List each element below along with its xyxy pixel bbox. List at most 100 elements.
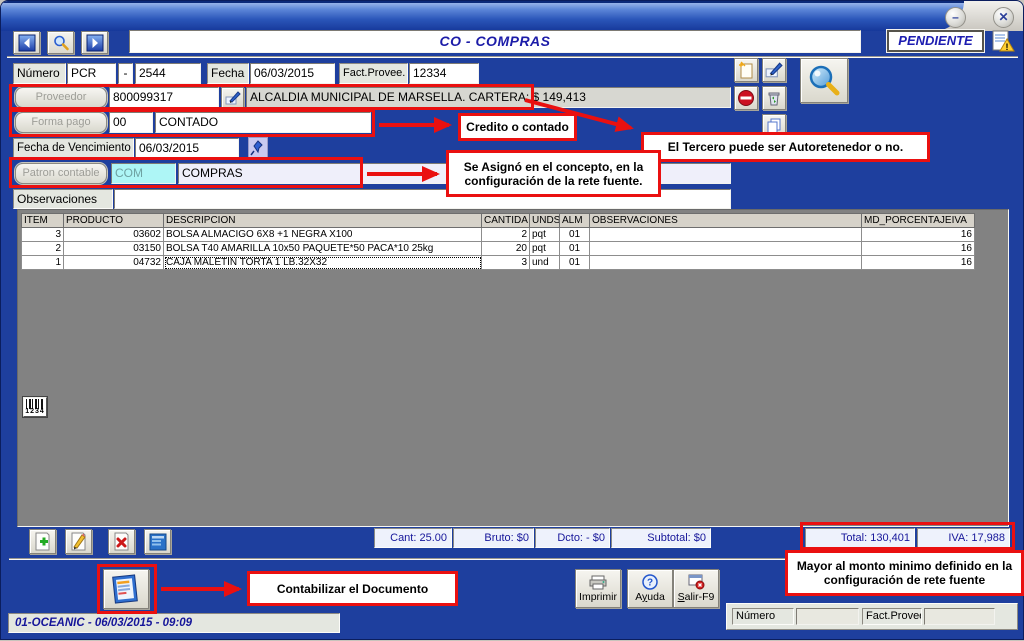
- cell-producto[interactable]: 04732: [64, 256, 164, 270]
- cell-unds[interactable]: pqt: [530, 242, 560, 256]
- add-row-button[interactable]: [29, 529, 56, 554]
- pushpin-icon: [249, 138, 267, 157]
- footer-fact-field[interactable]: [924, 608, 995, 625]
- cancel-document-button[interactable]: [734, 86, 758, 110]
- delete-row-icon: [111, 531, 132, 552]
- pen-icon: [765, 61, 783, 79]
- form-list-icon: [148, 532, 168, 552]
- table-row[interactable]: 303602BOLSA ALMACIGO 6X8 +1 NEGRA X1002p…: [22, 228, 975, 242]
- next-record-button[interactable]: [81, 31, 108, 54]
- cell-cantidad[interactable]: 3: [482, 256, 530, 270]
- view-detail-button[interactable]: [144, 529, 171, 554]
- column-header-item: ITEM: [22, 214, 64, 228]
- proveedor-button[interactable]: Proveedor: [15, 87, 107, 108]
- ayuda-button[interactable]: ? Ayuda: [627, 569, 673, 608]
- help-icon: ?: [642, 574, 658, 590]
- total-cant: Cant: 25.00: [374, 528, 452, 548]
- contabilizar-button[interactable]: [103, 569, 149, 609]
- footer-numero-field[interactable]: [796, 608, 859, 625]
- cell-descripcion[interactable]: CAJA MALETIN TORTA 1 LB.32X32: [164, 256, 482, 270]
- cell-item[interactable]: 2: [22, 242, 64, 256]
- pin-button[interactable]: [248, 137, 268, 158]
- fecha-vencimiento-field[interactable]: 06/03/2015: [135, 138, 239, 158]
- cell-cantidad[interactable]: 2: [482, 228, 530, 242]
- ayuda-label: Ayuda: [635, 591, 665, 603]
- cell-item[interactable]: 1: [22, 256, 64, 270]
- title-bar-gradient: [1, 1, 964, 31]
- edit-row-button[interactable]: [65, 529, 92, 554]
- annotation-se-asigno: Se Asignó en el concepto, en la configur…: [446, 150, 661, 197]
- app-window: – ✕ CO - COMPRAS PENDIENTE ! Número PCR …: [0, 0, 1024, 640]
- pen-icon: [225, 90, 241, 106]
- fecha-field[interactable]: 06/03/2015: [250, 63, 335, 84]
- fact-provee-field[interactable]: 12334: [409, 63, 479, 84]
- fecha-vencimiento-label: Fecha de Vencimiento: [13, 138, 134, 158]
- minimize-button[interactable]: –: [945, 7, 966, 28]
- arrow-left-icon: [18, 34, 36, 52]
- cell-alm[interactable]: 01: [560, 242, 590, 256]
- new-document-icon: [737, 61, 755, 80]
- forma-pago-button[interactable]: Forma pago: [15, 112, 107, 133]
- edit-document-button[interactable]: [762, 58, 786, 82]
- total-dcto: Dcto: - $0: [535, 528, 610, 548]
- cell-alm[interactable]: 01: [560, 256, 590, 270]
- cell-observaciones[interactable]: [590, 228, 862, 242]
- delete-row-button[interactable]: [108, 529, 135, 554]
- barcode-button[interactable]: 1234: [23, 397, 47, 417]
- cell-unds[interactable]: und: [530, 256, 560, 270]
- forma-pago-name-field[interactable]: CONTADO: [155, 112, 371, 133]
- cell-cantidad[interactable]: 20: [482, 242, 530, 256]
- footer-fact-label: Fact.Provee: [862, 608, 922, 625]
- edit-proveedor-button[interactable]: [221, 87, 244, 108]
- imprimir-button[interactable]: Imprimir: [575, 569, 621, 608]
- search-record-button[interactable]: [47, 31, 74, 54]
- fact-provee-label: Fact.Provee.: [339, 63, 408, 84]
- imprimir-label: Imprimir: [579, 591, 617, 603]
- numero-prefix-field[interactable]: PCR: [67, 63, 116, 84]
- cell-unds[interactable]: pqt: [530, 228, 560, 242]
- status-bar: 01-OCEANIC - 06/03/2015 - 09:09: [8, 613, 340, 633]
- annotation-contabilizar: Contabilizar el Documento: [247, 571, 458, 606]
- patron-contable-button[interactable]: Patron contable: [15, 163, 107, 184]
- printer-icon: [588, 575, 608, 590]
- salir-button[interactable]: Salir-F9: [673, 569, 719, 608]
- cell-iva[interactable]: 16: [862, 242, 975, 256]
- search-icon: [52, 34, 70, 52]
- cell-item[interactable]: 3: [22, 228, 64, 242]
- total-iva: IVA: 17,988: [917, 528, 1010, 548]
- cell-iva[interactable]: 16: [862, 256, 975, 270]
- cell-producto[interactable]: 03150: [64, 242, 164, 256]
- barcode-number: 1234: [24, 408, 46, 416]
- svg-text:!: !: [1006, 42, 1009, 52]
- total-bruto: Bruto: $0: [453, 528, 534, 548]
- forma-pago-code-field[interactable]: 00: [109, 112, 153, 133]
- table-row[interactable]: 104732CAJA MALETIN TORTA 1 LB.32X323und0…: [22, 256, 975, 270]
- cell-observaciones[interactable]: [590, 256, 862, 270]
- cell-alm[interactable]: 01: [560, 228, 590, 242]
- proveedor-code-field[interactable]: 800099317: [109, 87, 219, 108]
- column-header-unds: UNDS: [530, 214, 560, 228]
- delete-document-button[interactable]: [762, 86, 786, 110]
- cell-iva[interactable]: 16: [862, 228, 975, 242]
- items-table: ITEMPRODUCTODESCRIPCIONCANTIDAUNDSALMOBS…: [21, 213, 975, 270]
- document-status-button[interactable]: !: [990, 29, 1018, 54]
- close-button[interactable]: ✕: [993, 7, 1014, 28]
- table-row[interactable]: 203150BOLSA T40 AMARILLA 10x50 PAQUETE*5…: [22, 242, 975, 256]
- observaciones-label: Observaciones: [13, 189, 113, 209]
- cell-descripcion[interactable]: BOLSA T40 AMARILLA 10x50 PAQUETE*50 PACA…: [164, 242, 482, 256]
- magnifier-icon: [806, 63, 842, 99]
- divider: [7, 56, 1018, 58]
- numero-field[interactable]: 2544: [135, 63, 201, 84]
- grid-body: 303602BOLSA ALMACIGO 6X8 +1 NEGRA X1002p…: [22, 228, 975, 270]
- numero-separator: -: [118, 63, 133, 84]
- page-title: CO - COMPRAS: [129, 30, 861, 53]
- cell-producto[interactable]: 03602: [64, 228, 164, 242]
- column-header-producto: PRODUCTO: [64, 214, 164, 228]
- patron-contable-code-field[interactable]: COM: [111, 163, 176, 184]
- new-document-button[interactable]: [734, 58, 758, 82]
- cell-observaciones[interactable]: [590, 242, 862, 256]
- cell-descripcion[interactable]: BOLSA ALMACIGO 6X8 +1 NEGRA X100: [164, 228, 482, 242]
- total-total: Total: 130,401: [805, 528, 915, 548]
- prev-record-button[interactable]: [13, 31, 40, 54]
- search-document-button[interactable]: [800, 58, 848, 103]
